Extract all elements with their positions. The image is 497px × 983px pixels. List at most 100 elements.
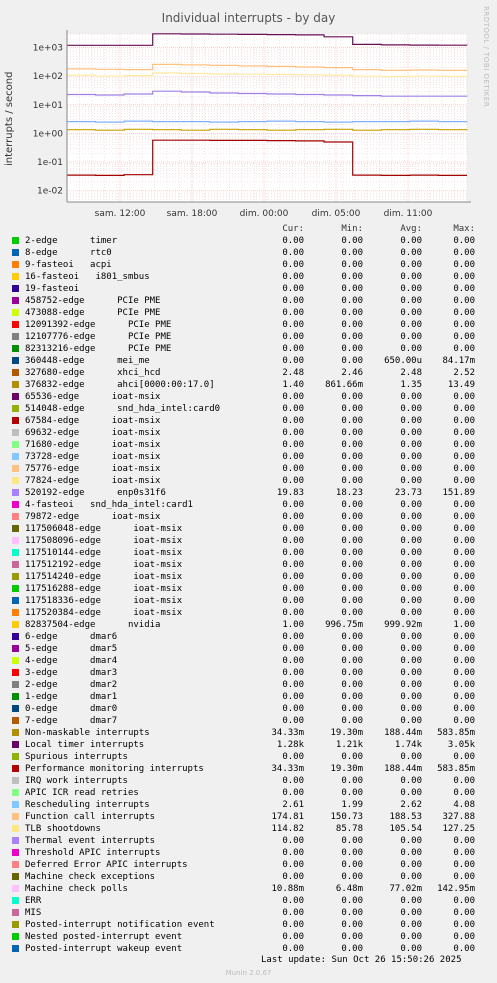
legend-avg: 0.00 bbox=[400, 860, 422, 870]
legend-min: 19.30m bbox=[330, 764, 363, 774]
legend-row: 0-edge dmar0 0.00 0.00 0.00 0.00 bbox=[12, 703, 475, 715]
legend-label: 5-edge dmar5 bbox=[25, 644, 118, 654]
legend-cur: 0.00 bbox=[282, 680, 304, 690]
legend-avg: 0.00 bbox=[400, 908, 422, 918]
legend-swatch bbox=[12, 465, 19, 472]
legend-cur: 0.00 bbox=[282, 692, 304, 702]
legend-max: 0.00 bbox=[453, 332, 475, 342]
legend-cur: 174.81 bbox=[271, 812, 304, 822]
legend-min: 0.00 bbox=[341, 452, 363, 462]
legend-cur: 0.00 bbox=[282, 932, 304, 942]
legend-avg: 0.00 bbox=[400, 404, 422, 414]
legend-row: Non-maskable interrupts 34.33m 19.30m 188.4… bbox=[12, 727, 475, 739]
legend-label: 1-edge dmar1 bbox=[25, 692, 118, 702]
legend-row: Thermal event interrupts 0.00 0.00 0.00 0.00 bbox=[12, 835, 475, 847]
last-update: Last update: Sun Oct 26 15:50:26 2025 bbox=[261, 955, 462, 965]
x-tick-label: dim. 11:00 bbox=[384, 209, 433, 219]
legend-cur: 0.00 bbox=[282, 572, 304, 582]
header-min: Min: bbox=[341, 224, 363, 234]
legend-label: 82837504-edge nvidia bbox=[25, 620, 161, 630]
legend-cur: 0.00 bbox=[282, 512, 304, 522]
legend-row: 7-edge dmar7 0.00 0.00 0.00 0.00 bbox=[12, 715, 475, 727]
legend-swatch bbox=[12, 261, 19, 268]
legend-max: 0.00 bbox=[453, 932, 475, 942]
legend-row: 360448-edge mei_me 0.00 0.00 650.00u 84.17m bbox=[12, 355, 475, 367]
legend-min: 0.00 bbox=[341, 272, 363, 282]
legend-row: 117510144-edge ioat-msix 0.00 0.00 0.00 0.00 bbox=[12, 547, 475, 559]
x-tick-label: sam. 12:00 bbox=[95, 209, 146, 219]
legend-label: 7-edge dmar7 bbox=[25, 716, 118, 726]
legend-swatch bbox=[12, 285, 19, 292]
legend-avg: 188.44m bbox=[384, 764, 422, 774]
legend-min: 0.00 bbox=[341, 416, 363, 426]
legend-row: 376832-edge ahci[0000:00:17.0] 1.40 861.66… bbox=[12, 379, 475, 391]
legend-avg: 0.00 bbox=[400, 536, 422, 546]
legend-swatch bbox=[12, 309, 19, 316]
legend-label: ERR bbox=[25, 896, 42, 906]
legend-max: 0.00 bbox=[453, 896, 475, 906]
legend-max: 127.25 bbox=[442, 824, 475, 834]
legend-label: 2-edge timer bbox=[25, 236, 118, 246]
legend-min: 18.23 bbox=[335, 488, 363, 498]
legend-max: 0.00 bbox=[453, 512, 475, 522]
legend-label: Performance monitoring interrupts bbox=[25, 764, 204, 774]
legend-swatch bbox=[12, 501, 19, 508]
legend-cur: 0.00 bbox=[282, 464, 304, 474]
legend-cur: 1.28k bbox=[276, 740, 304, 750]
legend-min: 0.00 bbox=[341, 644, 363, 654]
legend-min: 0.00 bbox=[341, 584, 363, 594]
legend-row: TLB shootdowns 114.82 85.78 105.54 127.25 bbox=[12, 823, 475, 835]
legend-swatch bbox=[12, 345, 19, 352]
legend-max: 0.00 bbox=[453, 668, 475, 678]
legend-avg: 0.00 bbox=[400, 944, 422, 954]
legend-cur: 0.00 bbox=[282, 668, 304, 678]
legend-max: 0.00 bbox=[453, 452, 475, 462]
legend-row: IRQ work interrupts 0.00 0.00 0.00 0.00 bbox=[12, 775, 475, 787]
legend-row: 75776-edge ioat-msix 0.00 0.00 0.00 0.00 bbox=[12, 463, 475, 475]
legend-swatch bbox=[12, 801, 19, 808]
legend-cur: 0.00 bbox=[282, 596, 304, 606]
legend-min: 0.00 bbox=[341, 236, 363, 246]
legend-max: 0.00 bbox=[453, 608, 475, 618]
legend-label: 12091392-edge PCIe PME bbox=[25, 320, 172, 330]
legend-avg: 0.00 bbox=[400, 296, 422, 306]
legend-cur: 0.00 bbox=[282, 560, 304, 570]
legend-max: 0.00 bbox=[453, 572, 475, 582]
legend-label: 8-edge rtc0 bbox=[25, 248, 112, 258]
legend-row: 2-edge dmar2 0.00 0.00 0.00 0.00 bbox=[12, 679, 475, 691]
legend-min: 0.00 bbox=[341, 632, 363, 642]
legend-min: 0.00 bbox=[341, 608, 363, 618]
legend-cur: 0.00 bbox=[282, 704, 304, 714]
legend-label: Machine check polls bbox=[25, 884, 128, 894]
legend-avg: 188.44m bbox=[384, 728, 422, 738]
legend-row: 473088-edge PCIe PME 0.00 0.00 0.00 0.00 bbox=[12, 307, 475, 319]
legend-max: 0.00 bbox=[453, 500, 475, 510]
legend-cur: 1.00 bbox=[282, 620, 304, 630]
legend-max: 0.00 bbox=[453, 476, 475, 486]
legend-avg: 0.00 bbox=[400, 932, 422, 942]
legend-swatch bbox=[12, 921, 19, 928]
legend-swatch bbox=[12, 237, 19, 244]
legend-cur: 0.00 bbox=[282, 752, 304, 762]
legend-row: 514048-edge snd_hda_intel:card0 0.00 0.00 0… bbox=[12, 403, 475, 415]
legend-label: Function call interrupts bbox=[25, 812, 156, 822]
legend-label: MIS bbox=[25, 908, 42, 918]
legend-cur: 0.00 bbox=[282, 260, 304, 270]
legend-row: 117506048-edge ioat-msix 0.00 0.00 0.00 0.00 bbox=[12, 523, 475, 535]
legend-max: 0.00 bbox=[453, 704, 475, 714]
legend-min: 0.00 bbox=[341, 440, 363, 450]
legend-cur: 0.00 bbox=[282, 548, 304, 558]
legend-swatch bbox=[12, 825, 19, 832]
legend-min: 0.00 bbox=[341, 332, 363, 342]
legend-min: 0.00 bbox=[341, 680, 363, 690]
legend-min: 85.78 bbox=[335, 824, 363, 834]
legend-min: 0.00 bbox=[341, 860, 363, 870]
legend-cur: 0.00 bbox=[282, 344, 304, 354]
legend-avg: 0.00 bbox=[400, 392, 422, 402]
legend-cur: 0.00 bbox=[282, 296, 304, 306]
legend-avg: 999.92m bbox=[384, 620, 422, 630]
legend-min: 0.00 bbox=[341, 752, 363, 762]
legend-min: 0.00 bbox=[341, 476, 363, 486]
legend-swatch bbox=[12, 885, 19, 892]
legend-min: 0.00 bbox=[341, 896, 363, 906]
